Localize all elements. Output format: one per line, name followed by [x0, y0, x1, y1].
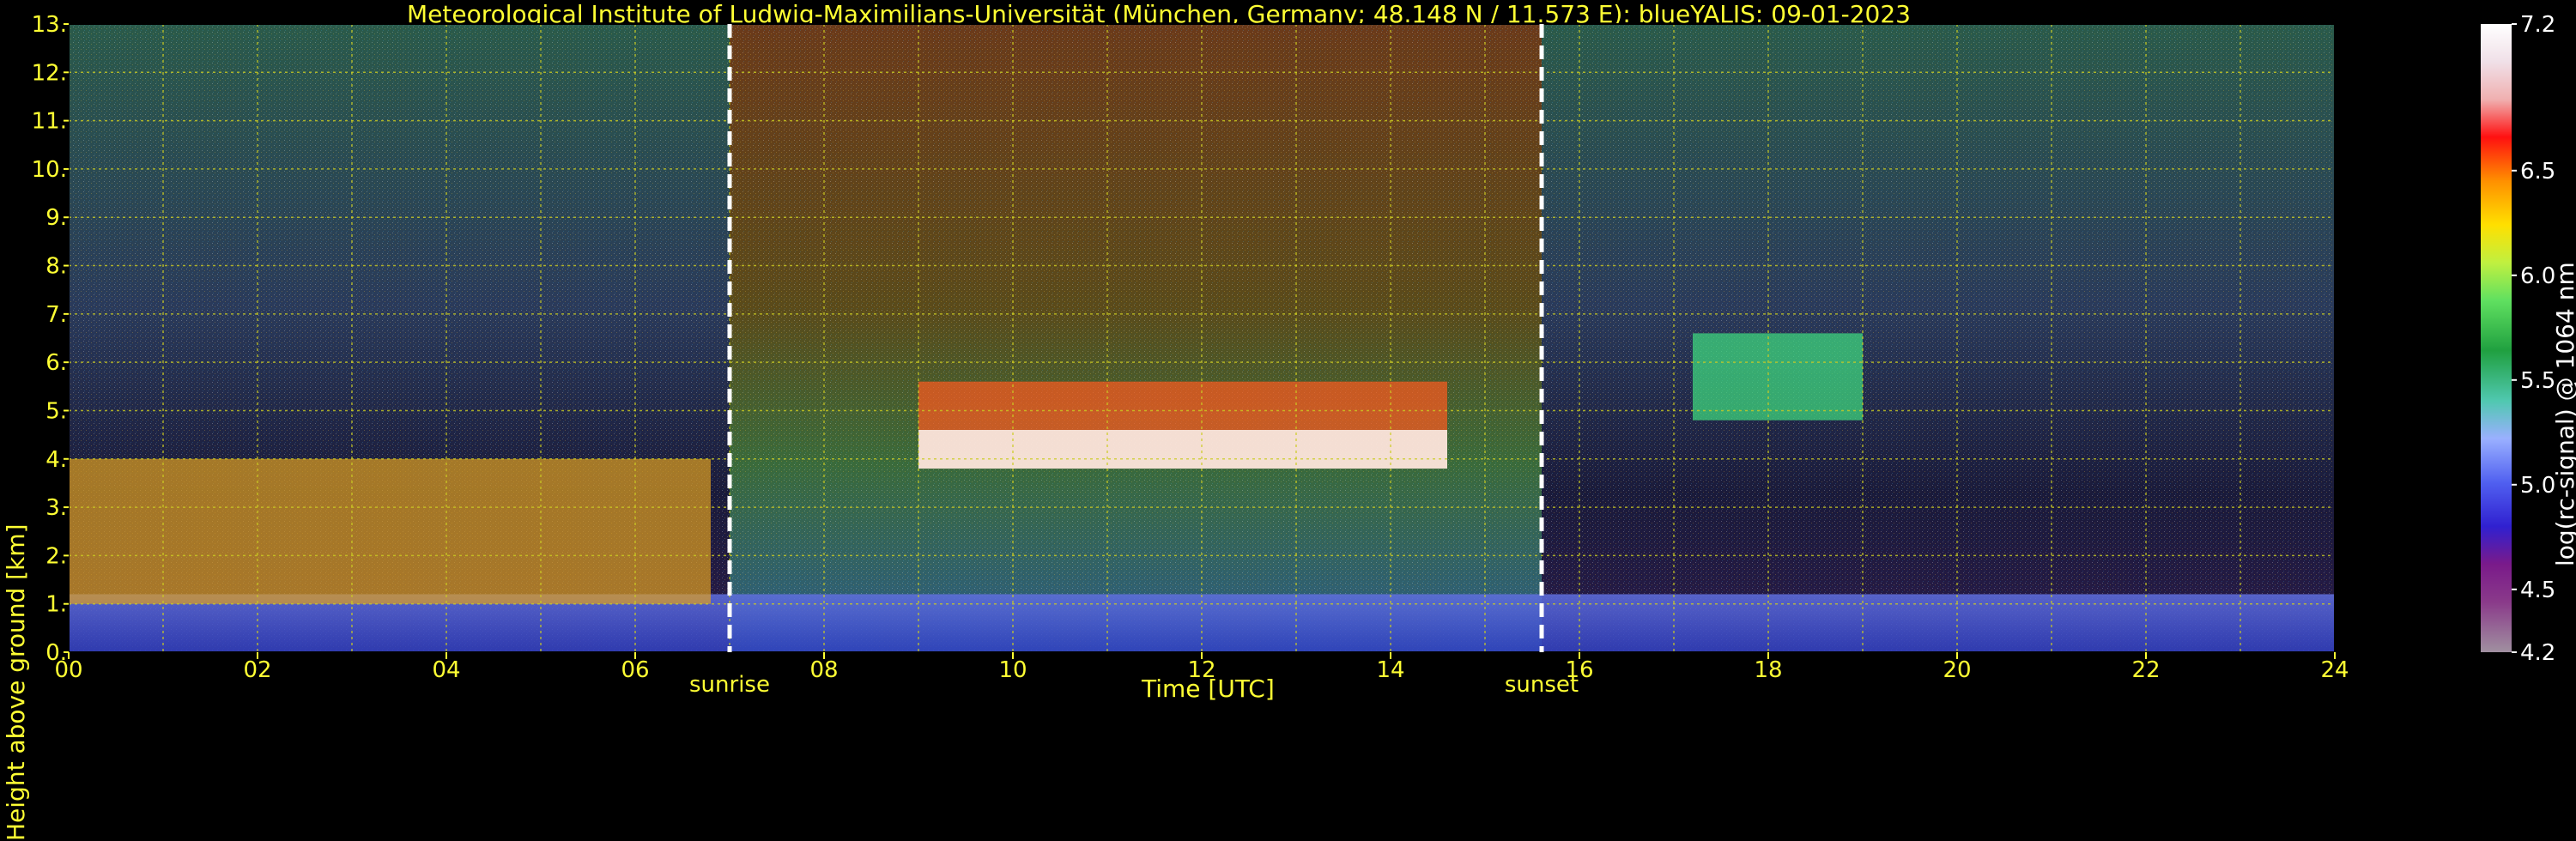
y-tick-label: 0.: [45, 640, 67, 666]
x-tick-label: 24: [2320, 657, 2349, 683]
y-axis-label: Height above ground [km]: [2, 523, 30, 841]
cloud-core: [918, 429, 1447, 469]
colorbar-tick-label: 4.5: [2520, 578, 2555, 603]
x-tick-label: 20: [1943, 657, 1971, 683]
colorbar-tick-label: 4.2: [2520, 640, 2555, 666]
y-tick-label: 11.: [32, 109, 67, 135]
chart-svg: sunrise sunset 00 02 04 06 08 10 12 14 16 18 20 22 24…: [32, 12, 2556, 698]
y-tick-label: 7.: [45, 302, 67, 328]
y-tick-label: 9.: [45, 205, 67, 231]
x-tick-label: 10: [998, 657, 1027, 683]
y-tick-label: 4.: [45, 447, 67, 473]
y-tick-label: 3.: [45, 495, 67, 521]
marker-label-sunrise: sunrise: [689, 672, 770, 698]
lidar-quicklook: Meteorological Institute of Ludwig-Maxim…: [0, 0, 2576, 841]
colorbar-gradient: [2481, 24, 2512, 652]
colorbar-label: log(rc-signal) @ 1064 nm: [2551, 262, 2576, 566]
feature-3: [69, 458, 711, 604]
y-tick-label: 13.: [32, 12, 67, 38]
feature-2: [1693, 333, 1863, 420]
y-tick-label: 2.: [45, 543, 67, 569]
y-tick-label: 8.: [45, 254, 67, 280]
x-tick-label: 22: [2131, 657, 2160, 683]
y-tick-label: 5.: [45, 398, 67, 424]
x-tick-label: 14: [1376, 657, 1404, 683]
x-tick-label: 04: [432, 657, 460, 683]
colorbar-tick-label: 6.5: [2520, 159, 2555, 185]
x-axis-label: Time [UTC]: [1142, 675, 1275, 703]
x-tick-label: 18: [1754, 657, 1782, 683]
x-tick-label: 02: [243, 657, 271, 683]
y-tick-label: 6.: [45, 350, 67, 376]
x-tick-label: 06: [621, 657, 649, 683]
x-tick-label: 16: [1565, 657, 1593, 683]
colorbar: 4.24.55.05.56.06.57.2: [2481, 12, 2555, 666]
colorbar-tick-label: 7.2: [2520, 12, 2555, 38]
y-tick-label: 1.: [45, 592, 67, 618]
y-tick-label: 10.: [32, 157, 67, 183]
y-tick-label: 12.: [32, 60, 67, 86]
y-axis-ticks: 0. 1. 2. 3. 4. 5. 6. 7. 8. 9. 10. 11. 12. 13.: [32, 12, 69, 666]
x-tick-label: 08: [809, 657, 838, 683]
